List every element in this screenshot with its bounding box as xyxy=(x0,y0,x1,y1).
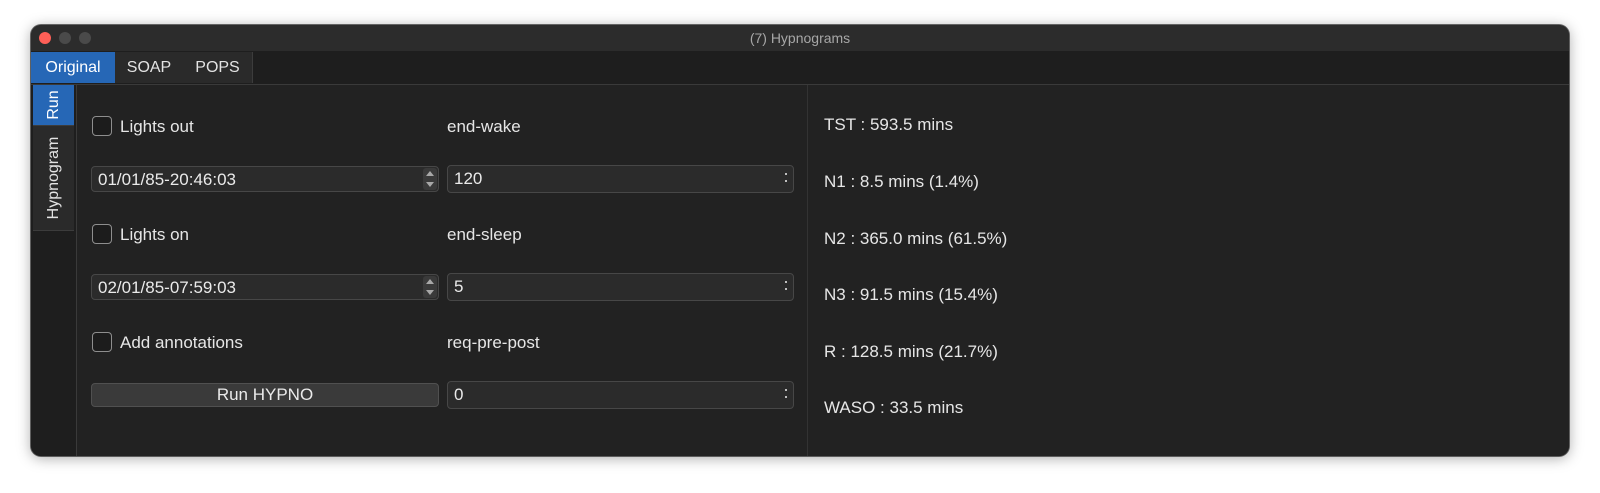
lights-out-label: Lights out xyxy=(120,117,194,136)
stat-n1: N1 : 8.5 mins (1.4%) xyxy=(824,172,979,191)
lights-on-datetime-stepper[interactable] xyxy=(423,276,437,298)
req-pre-post-value: 0 xyxy=(454,385,464,404)
add-annotations-checkbox[interactable] xyxy=(92,332,112,352)
stat-tst: TST : 593.5 mins xyxy=(824,115,954,134)
tab-original[interactable]: Original xyxy=(31,52,116,83)
req-pre-post-spinbox[interactable]: 0 xyxy=(447,381,794,409)
stat-waso: WASO : 33.5 mins xyxy=(824,398,964,417)
side-tab-hypnogram-label: Hypnogram xyxy=(44,136,62,220)
lights-on-label: Lights on xyxy=(120,225,189,244)
end-wake-label: end-wake xyxy=(447,117,521,136)
end-sleep-spinbox[interactable]: 5 xyxy=(447,273,794,301)
req-pre-post-stepper[interactable] xyxy=(784,387,788,401)
end-sleep-value: 5 xyxy=(454,277,464,296)
end-wake-spinbox[interactable]: 120 xyxy=(447,165,794,193)
tab-pops[interactable]: POPS xyxy=(183,52,253,83)
run-panel: Lights out end-wake 01/01/85-20:46:03 12… xyxy=(77,85,1569,456)
lights-on-datetime-value: 02/01/85-07:59:03 xyxy=(98,278,237,297)
lights-out-datetime-field[interactable]: 01/01/85-20:46:03 xyxy=(91,166,439,192)
stat-n3: N3 : 91.5 mins (15.4%) xyxy=(824,285,998,304)
end-wake-stepper[interactable] xyxy=(784,171,788,185)
hypnograms-window: (7) Hypnograms Original SOAP POPS Run Hy… xyxy=(31,25,1569,456)
side-tab-run-label: Run xyxy=(44,90,62,120)
title-bar: (7) Hypnograms xyxy=(31,25,1569,52)
lights-out-datetime-stepper[interactable] xyxy=(423,168,437,190)
lights-on-datetime-field[interactable]: 02/01/85-07:59:03 xyxy=(91,274,439,300)
stat-r: R : 128.5 mins (21.7%) xyxy=(824,342,998,361)
run-hypno-button[interactable]: Run HYPNO xyxy=(91,383,439,407)
end-sleep-label: end-sleep xyxy=(447,225,522,244)
lights-on-checkbox[interactable] xyxy=(92,224,112,244)
tab-soap[interactable]: SOAP xyxy=(115,52,184,83)
add-annotations-label: Add annotations xyxy=(120,333,243,352)
panel-divider xyxy=(807,85,808,456)
top-tab-bar: Original SOAP POPS xyxy=(31,51,1569,85)
side-tab-bar: Run Hypnogram xyxy=(31,85,77,456)
side-tab-hypnogram[interactable]: Hypnogram xyxy=(33,126,74,231)
end-sleep-stepper[interactable] xyxy=(784,279,788,293)
lights-out-checkbox[interactable] xyxy=(92,116,112,136)
req-pre-post-label: req-pre-post xyxy=(447,333,540,352)
lights-out-datetime-value: 01/01/85-20:46:03 xyxy=(98,170,237,189)
end-wake-value: 120 xyxy=(454,169,483,188)
window-title: (7) Hypnograms xyxy=(749,30,851,46)
stat-n2: N2 : 365.0 mins (61.5%) xyxy=(824,229,1008,248)
side-tab-run[interactable]: Run xyxy=(33,85,74,126)
